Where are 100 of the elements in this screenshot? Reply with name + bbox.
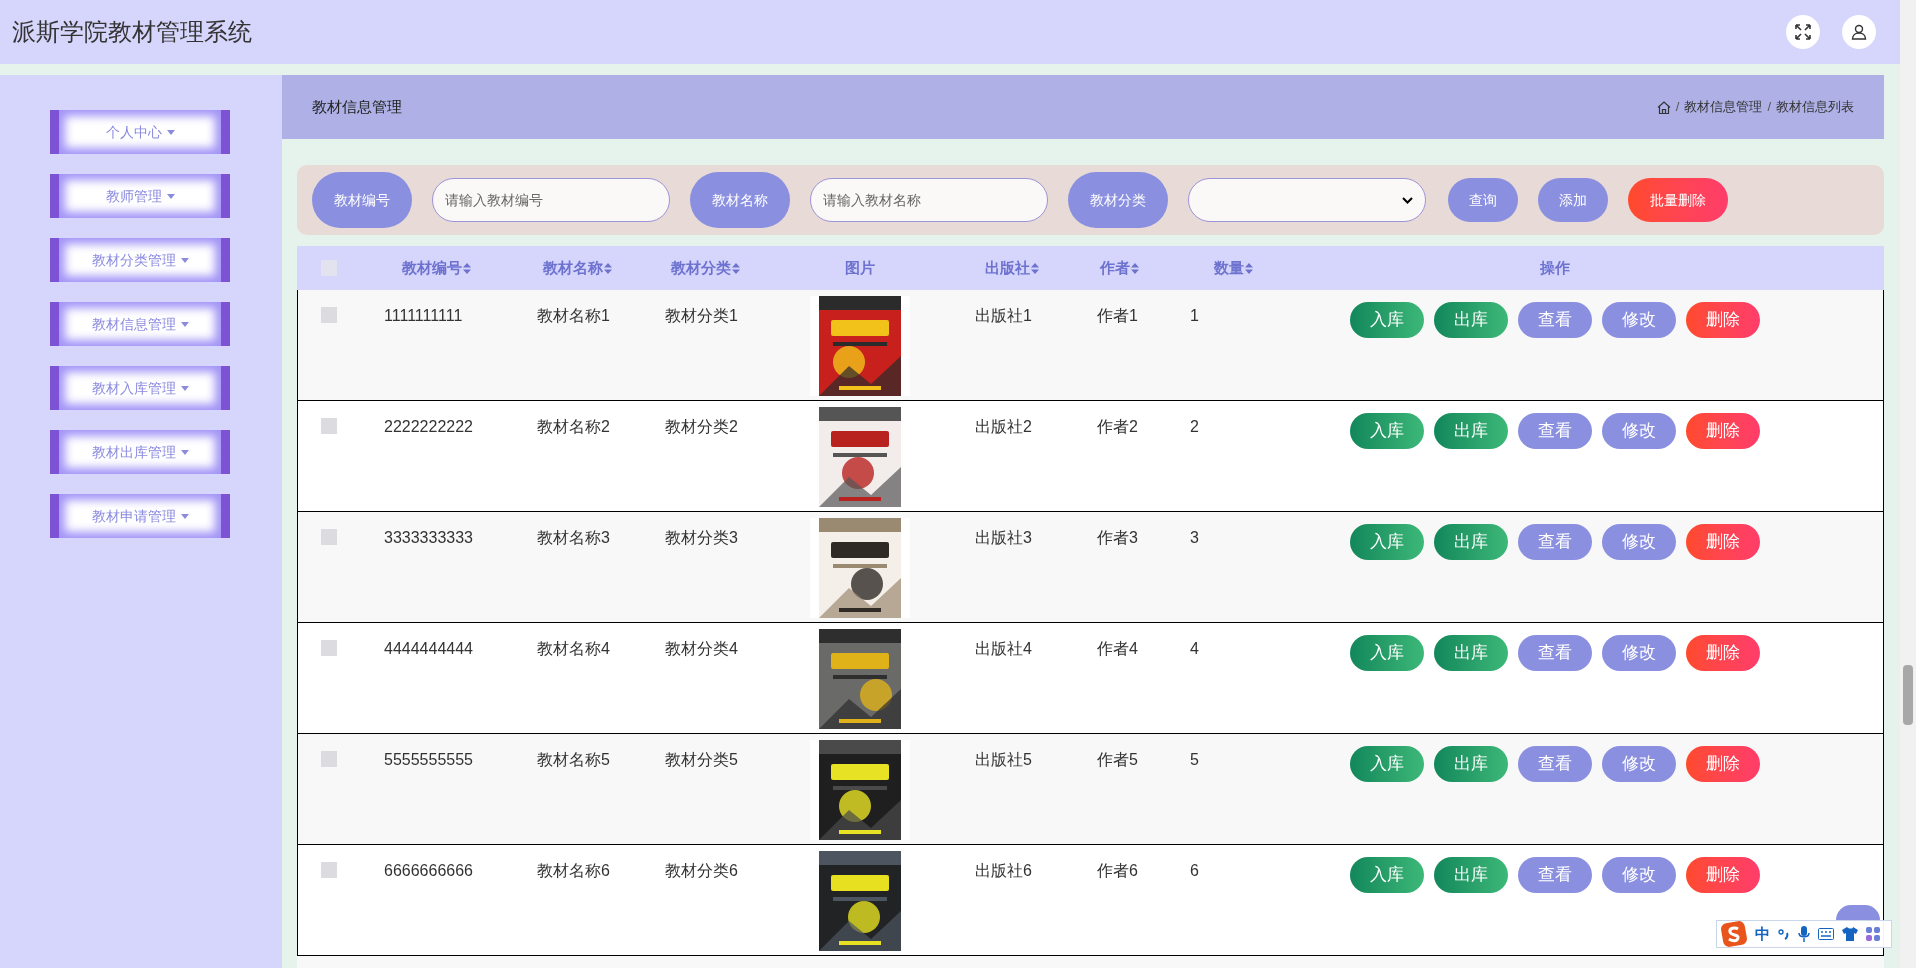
table-cell: 出版社6: [975, 862, 1032, 879]
sort-icon[interactable]: [1131, 262, 1139, 274]
action-button[interactable]: 修改: [1602, 857, 1676, 893]
action-button[interactable]: 查询: [1448, 178, 1518, 222]
action-button[interactable]: 删除: [1686, 635, 1760, 671]
column-header[interactable]: 教材分类: [670, 256, 740, 280]
table-cell: 5555555555: [384, 751, 473, 768]
table-cell: 1111111111: [384, 307, 463, 324]
input-mode[interactable]: 中: [1755, 922, 1770, 946]
table-cell: 4: [1190, 640, 1199, 657]
checkbox[interactable]: [321, 418, 337, 434]
keyboard-icon[interactable]: [1818, 928, 1834, 940]
action-button[interactable]: 查看: [1518, 635, 1592, 671]
action-button[interactable]: 出库: [1434, 635, 1508, 671]
apps-icon[interactable]: [1866, 927, 1880, 941]
action-button[interactable]: 查看: [1518, 857, 1592, 893]
action-button[interactable]: 出库: [1434, 746, 1508, 782]
sort-icon[interactable]: [731, 262, 740, 274]
action-button[interactable]: 入库: [1350, 524, 1424, 560]
fullscreen-button[interactable]: [1786, 15, 1820, 49]
action-button[interactable]: 查看: [1518, 413, 1592, 449]
action-button[interactable]: 修改: [1602, 746, 1676, 782]
column-header[interactable]: 数量: [1213, 256, 1253, 280]
action-button[interactable]: 删除: [1686, 746, 1760, 782]
column-header[interactable]: 教材名称: [542, 256, 612, 280]
column-header[interactable]: 教材编号: [402, 256, 471, 280]
user-button[interactable]: [1842, 15, 1876, 49]
action-button[interactable]: 删除: [1686, 524, 1760, 560]
sidebar-menu-item[interactable]: 教材信息管理: [50, 302, 230, 346]
action-button[interactable]: 入库: [1350, 746, 1424, 782]
sidebar-menu-item[interactable]: 教师管理: [50, 174, 230, 218]
sidebar-menu-item[interactable]: 个人中心: [50, 110, 230, 154]
action-button[interactable]: 出库: [1434, 857, 1508, 893]
action-button[interactable]: 删除: [1686, 413, 1760, 449]
action-button[interactable]: 入库: [1350, 857, 1424, 893]
microphone-icon[interactable]: [1798, 926, 1810, 942]
table-cell: 6: [1190, 862, 1199, 879]
sort-icon[interactable]: [1031, 262, 1039, 274]
action-button[interactable]: 添加: [1538, 178, 1608, 222]
punctuation-icon[interactable]: [1778, 927, 1790, 941]
table-cell: 作者2: [1097, 418, 1138, 435]
table-cell: 6666666666: [384, 862, 473, 879]
action-button[interactable]: 修改: [1602, 413, 1676, 449]
action-button[interactable]: 修改: [1602, 635, 1676, 671]
action-button[interactable]: 修改: [1602, 302, 1676, 338]
table-cell: 教材分类1: [665, 307, 738, 324]
home-icon[interactable]: [1656, 100, 1671, 114]
text-field[interactable]: 请输入教材名称: [810, 178, 1048, 222]
caret-icon: [180, 449, 189, 455]
action-button[interactable]: 入库: [1350, 302, 1424, 338]
action-button[interactable]: 出库: [1434, 524, 1508, 560]
breadcrumb-separator: /: [1675, 98, 1680, 117]
sidebar-menu-item[interactable]: 教材出库管理: [50, 430, 230, 474]
field-label: 教材编号: [312, 172, 412, 228]
text-field[interactable]: 请输入教材编号: [432, 178, 670, 222]
table-cell: 出版社2: [975, 418, 1032, 435]
caret-icon: [166, 193, 175, 199]
table-cell: 3333333333: [384, 529, 473, 546]
caret-icon: [180, 321, 189, 327]
table-cell: 教材分类3: [665, 529, 738, 546]
action-button[interactable]: 修改: [1602, 524, 1676, 560]
shirt-icon[interactable]: [1842, 927, 1858, 941]
column-header: 操作: [1540, 257, 1570, 278]
scrollbar-thumb: [1903, 665, 1913, 725]
action-button[interactable]: 删除: [1686, 857, 1760, 893]
action-button[interactable]: 查看: [1518, 746, 1592, 782]
column-header[interactable]: 出版社: [985, 256, 1039, 280]
chevron-down-icon: [1402, 196, 1413, 204]
checkbox[interactable]: [321, 862, 337, 878]
caret-icon: [180, 385, 189, 391]
action-button[interactable]: 入库: [1350, 413, 1424, 449]
table-cell: 作者6: [1097, 862, 1138, 879]
sidebar-menu-item[interactable]: 教材分类管理: [50, 238, 230, 282]
checkbox[interactable]: [321, 751, 337, 767]
action-button[interactable]: 批量删除: [1628, 178, 1728, 222]
sort-icon[interactable]: [1244, 262, 1253, 274]
sort-icon[interactable]: [603, 262, 612, 274]
field-label: 教材名称: [690, 172, 790, 228]
action-button[interactable]: 入库: [1350, 635, 1424, 671]
action-button[interactable]: 出库: [1434, 413, 1508, 449]
checkbox[interactable]: [321, 640, 337, 656]
table-cell: 2: [1190, 418, 1199, 435]
sort-icon[interactable]: [463, 262, 471, 274]
table-cell: 出版社5: [975, 751, 1032, 768]
checkbox[interactable]: [321, 307, 337, 323]
sidebar-menu-item[interactable]: 教材申请管理: [50, 494, 230, 538]
select-field[interactable]: [1188, 178, 1426, 222]
action-button[interactable]: 查看: [1518, 302, 1592, 338]
action-button[interactable]: 删除: [1686, 302, 1760, 338]
action-button[interactable]: 出库: [1434, 302, 1508, 338]
caret-icon: [180, 513, 189, 519]
action-button[interactable]: 查看: [1518, 524, 1592, 560]
breadcrumb-link[interactable]: 教材信息管理: [1684, 97, 1763, 117]
table-cell: 3: [1190, 529, 1199, 546]
column-header[interactable]: 作者: [1100, 256, 1139, 280]
checkbox[interactable]: [321, 529, 337, 545]
sidebar-menu-item[interactable]: 教材入库管理: [50, 366, 230, 410]
breadcrumb-link[interactable]: 教材信息列表: [1776, 97, 1854, 117]
table-cell: 1: [1190, 307, 1199, 324]
caret-icon: [180, 257, 189, 263]
